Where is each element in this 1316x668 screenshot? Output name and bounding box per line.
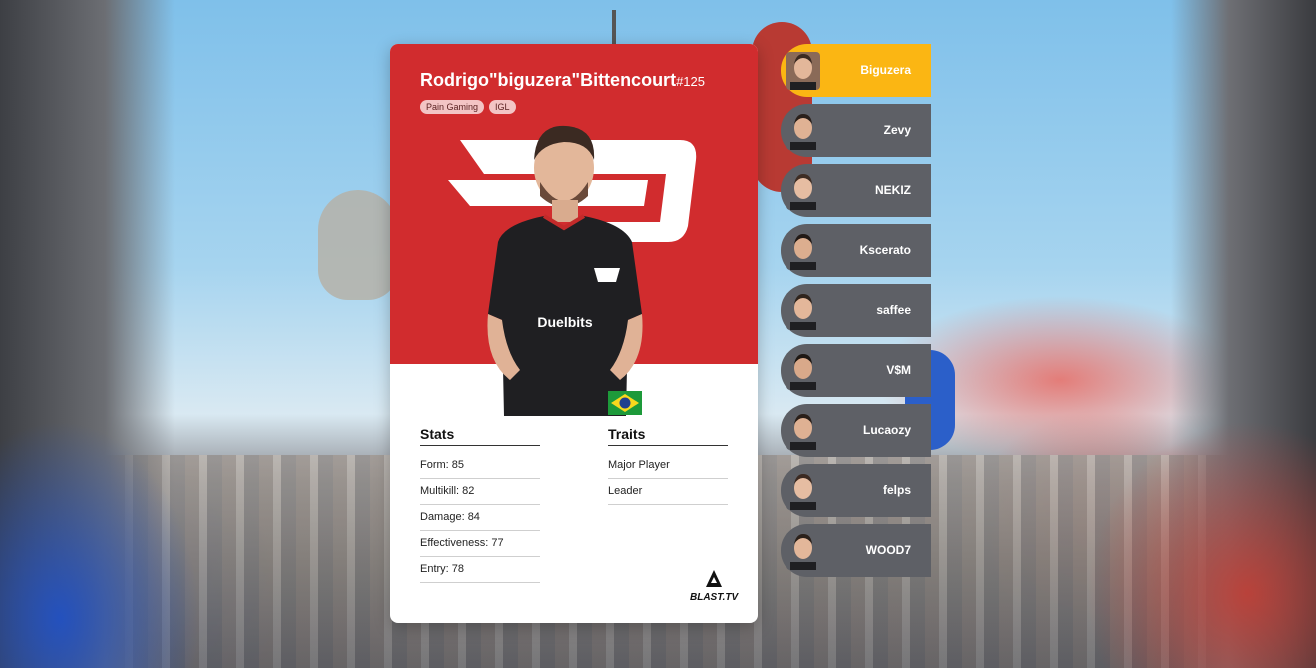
roster-label: saffee [876,303,911,317]
traits-title: Traits [608,426,728,446]
player-name-heading: Rodrigo"biguzera"Bittencourt#125 [420,70,705,91]
avatar [786,111,820,150]
blast-logo-icon [706,570,723,587]
stat-form: Form: 85 [420,453,540,479]
player-number: #125 [676,74,705,89]
player-name: Rodrigo"biguzera"Bittencourt [420,70,677,90]
roster-item-wood7[interactable]: WOOD7 [781,524,931,577]
stat-multikill: Multikill: 82 [420,479,540,505]
roster-label: felps [882,483,911,497]
roster-item-felps[interactable]: felps [781,464,931,517]
left-blue-smoke [0,420,200,668]
player-tags: Pain Gaming IGL [420,100,516,114]
roster-label: Lucaozy [862,423,911,437]
roster-item-nekiz[interactable]: NEKIZ [781,164,931,217]
roster-item-saffee[interactable]: saffee [781,284,931,337]
avatar [786,531,820,570]
roster-item-biguzera[interactable]: Biguzera [781,44,931,97]
player-card: Rodrigo"biguzera"Bittencourt#125 Pain Ga… [390,44,758,623]
roster-label: NEKIZ [875,183,911,197]
avatar [786,51,820,90]
stats-list: Form: 85 Multikill: 82 Damage: 84 Effect… [420,453,540,583]
roster-label: Kscerato [859,243,911,257]
stat-entry: Entry: 78 [420,557,540,583]
avatar [786,351,820,390]
jersey-sponsor: Duelbits [537,314,592,330]
roster-item-kscerato[interactable]: Kscerato [781,224,931,277]
roster-label: Biguzera [860,63,911,77]
avatar [786,231,820,270]
trait-leader: Leader [608,479,728,505]
stats-title: Stats [420,426,540,446]
trait-major-player: Major Player [608,453,728,479]
roster-label: WOOD7 [865,543,911,557]
avatar [786,291,820,330]
traits-list: Major Player Leader [608,453,728,505]
blast-tv-text: BLAST.TV [690,592,739,603]
player-photo: Duelbits [487,125,643,416]
right-red-smoke [1086,420,1316,668]
avatar [786,471,820,510]
role-tag: IGL [489,100,516,114]
roster-item-zevy[interactable]: Zevy [781,104,931,157]
team-tag: Pain Gaming [420,100,485,114]
helmet-decoration [318,190,398,300]
stat-effectiveness: Effectiveness: 77 [420,531,540,557]
avatar [786,411,820,450]
blast-tv-logo: BLAST.TV [690,570,738,603]
roster-label: Zevy [883,123,911,137]
stat-damage: Damage: 84 [420,505,540,531]
roster-item-vsm[interactable]: V$M [781,344,931,397]
roster-label: V$M [886,363,911,377]
brazil-flag-icon [608,391,642,415]
roster-item-lucaozy[interactable]: Lucaozy [781,404,931,457]
avatar [786,171,820,210]
